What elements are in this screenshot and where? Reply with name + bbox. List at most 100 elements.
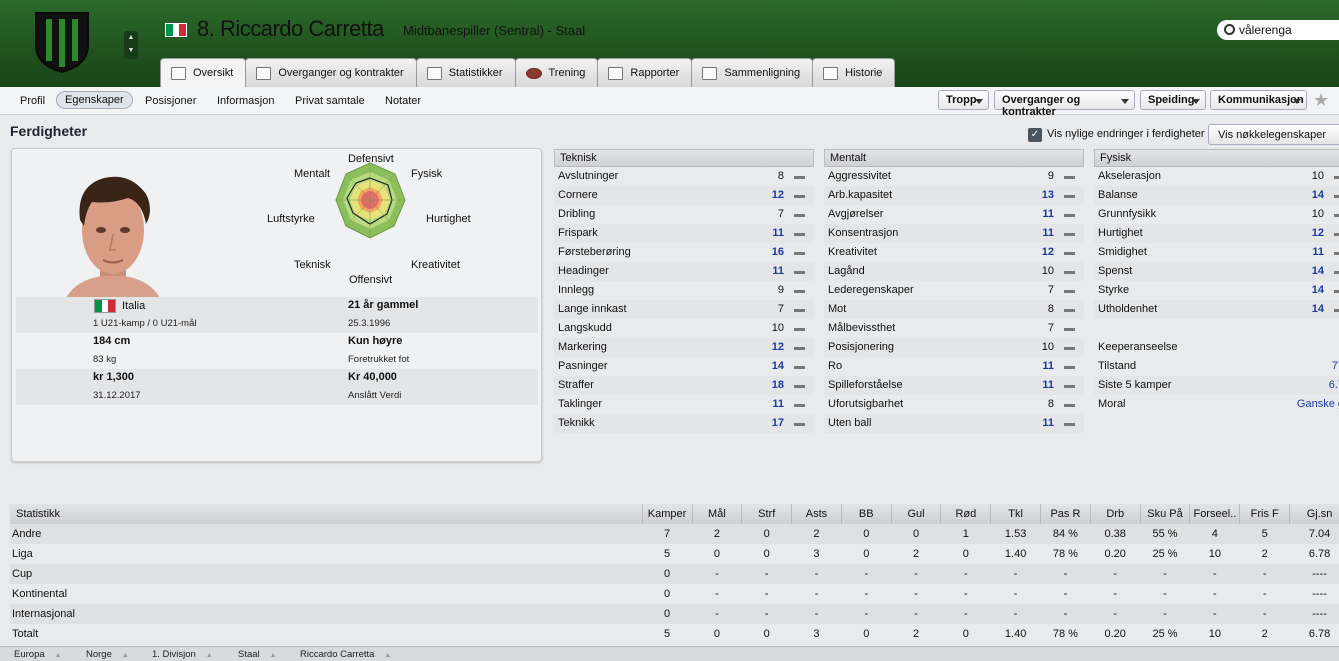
physical-attribute-row[interactable]: Grunnfysikk 10 (1094, 205, 1339, 224)
nationality[interactable]: Italia (122, 300, 145, 312)
mental-attribute-row[interactable]: Uten ball 11 (824, 414, 1084, 433)
stats-row[interactable]: Internasjonal 0- - - - - - - - - - - - ---- (10, 604, 1339, 624)
technical-attribute-row[interactable]: Innlegg 9 (554, 281, 814, 300)
stats-row[interactable]: Andre 7 2 0 2 0 0 1 1.53 84 % 0.38 55 % 4 5 7.04 (10, 524, 1339, 544)
attribute-value: 10 (1311, 208, 1324, 220)
star-icon[interactable]: ★ (1313, 90, 1329, 111)
attribute-name: Keeperanseelse (1098, 341, 1178, 353)
stats-column-header[interactable]: Statistikk (10, 504, 643, 524)
stats-row[interactable]: Liga 5 0 0 3 0 2 0 1.40 78 % 0.20 25 % 10 2 6.78 (10, 544, 1339, 564)
stats-column-header[interactable]: Fris F (1239, 504, 1291, 524)
stats-column-header[interactable]: Drb (1090, 504, 1141, 524)
technical-attribute-row[interactable]: Lange innkast 7 (554, 300, 814, 319)
subnav-privat-samtale[interactable]: Privat samtale (287, 93, 373, 109)
mental-attribute-row[interactable]: Arb.kapasitet 13 (824, 186, 1084, 205)
technical-attribute-row[interactable]: Straffer 18 (554, 376, 814, 395)
stats-row[interactable]: Cup 0- - - - - - - - - - - - ---- (10, 564, 1339, 584)
breadcrumb-europa[interactable]: Europa (14, 649, 62, 660)
breadcrumb-club[interactable]: Staal (238, 649, 277, 660)
stats-column-header[interactable]: Strf (741, 504, 793, 524)
subnav-informasjon[interactable]: Informasjon (209, 93, 282, 109)
stats-cell: 0 (891, 524, 941, 544)
radar-label-teknisk: Teknisk (294, 259, 331, 271)
breadcrumb-division[interactable]: 1. Divisjon (152, 649, 213, 660)
subnav-notater[interactable]: Notater (377, 93, 429, 109)
technical-attribute-row[interactable]: Taklinger 11 (554, 395, 814, 414)
mental-attribute-row[interactable]: Lagånd 10 (824, 262, 1084, 281)
mental-attribute-row[interactable]: Aggressivitet 9 (824, 167, 1084, 186)
physical-attribute-row[interactable]: Balanse 14 (1094, 186, 1339, 205)
technical-attribute-row[interactable]: Avslutninger 8 (554, 167, 814, 186)
search-input[interactable]: vålerenga (1217, 20, 1339, 40)
document-icon (256, 66, 272, 80)
player-position-club[interactable]: Midtbanespiller (Sentral) - Staal (403, 23, 585, 38)
menu-overganger-og-kontrakter[interactable]: Overganger og kontrakter (994, 90, 1135, 118)
stats-cell: 1.40 (1004, 628, 1027, 640)
stats-row[interactable]: Totalt 5 0 0 3 0 2 0 1.40 78 % 0.20 25 % 10 2 6.78 (10, 624, 1339, 644)
physical-attribute-row[interactable]: Hurtighet 12 (1094, 224, 1339, 243)
attribute-name: Markering (558, 341, 607, 353)
subnav-egenskaper[interactable]: Egenskaper (56, 91, 133, 109)
tab-oversikt[interactable]: Oversikt (160, 58, 247, 87)
physical-attribute-row[interactable]: Styrke 14 (1094, 281, 1339, 300)
technical-attribute-row[interactable]: Frispark 11 (554, 224, 814, 243)
mental-attribute-row[interactable]: Målbevissthet 7 (824, 319, 1084, 338)
menu-tropp[interactable]: Tropp (938, 90, 989, 110)
technical-attribute-row[interactable]: Headinger 11 (554, 262, 814, 281)
tab-historie[interactable]: Historie (812, 58, 896, 87)
technical-attribute-row[interactable]: Pasninger 14 (554, 357, 814, 376)
physical-extra-attribute-row[interactable]: Keeperanseelse (1094, 338, 1339, 357)
stats-column-header[interactable]: Sku På (1140, 504, 1191, 524)
mental-attribute-row[interactable]: Kreativitet 12 (824, 243, 1084, 262)
tab-sammenligning[interactable]: Sammenligning (691, 58, 814, 87)
mental-attribute-row[interactable]: Avgjørelser 11 (824, 205, 1084, 224)
stats-column-header[interactable]: Mål (692, 504, 743, 524)
breadcrumb-norge[interactable]: Norge (86, 649, 129, 660)
show-changes-label[interactable]: Vis nylige endringer i ferdigheter (1047, 128, 1205, 140)
stats-column-header[interactable]: Gj.sn (1289, 504, 1339, 524)
mental-attribute-row[interactable]: Spilleforståelse 11 (824, 376, 1084, 395)
mental-attribute-row[interactable]: Uforutsigbarhet 8 (824, 395, 1084, 414)
show-changes-checkbox[interactable]: ✓ (1028, 128, 1042, 142)
technical-attribute-row[interactable]: Teknikk 17 (554, 414, 814, 433)
menu-speiding[interactable]: Speiding (1140, 90, 1206, 110)
physical-attribute-row[interactable]: Spenst 14 (1094, 262, 1339, 281)
tab-trening[interactable]: Trening (514, 58, 599, 87)
technical-attribute-row[interactable]: Langskudd 10 (554, 319, 814, 338)
stats-column-header[interactable]: Gul (891, 504, 942, 524)
stats-column-header[interactable]: BB (841, 504, 892, 524)
stats-column-header[interactable]: Forseel.. (1189, 504, 1241, 524)
physical-extra-attribute-row[interactable]: Tilstand 77 (1094, 357, 1339, 376)
stats-column-header[interactable]: Asts (791, 504, 842, 524)
stats-row[interactable]: Kontinental 0- - - - - - - - - - - - ---- (10, 584, 1339, 604)
technical-attribute-row[interactable]: Førsteberøring 16 (554, 243, 814, 262)
mental-attribute-row[interactable]: Lederegenskaper 7 (824, 281, 1084, 300)
technical-attribute-row[interactable]: Cornere 12 (554, 186, 814, 205)
tab-statistikker[interactable]: Statistikker (415, 58, 516, 87)
club-crest-icon[interactable] (32, 9, 92, 75)
mental-attribute-row[interactable]: Posisjonering 10 (824, 338, 1084, 357)
mental-attribute-row[interactable]: Mot 8 (824, 300, 1084, 319)
player-navigate-arrows[interactable]: ▲ ▼ (124, 31, 138, 59)
physical-extra-attribute-row[interactable]: Moral Ganske g (1094, 395, 1339, 414)
breadcrumb-player[interactable]: Riccardo Carretta (300, 649, 391, 660)
stats-column-header[interactable]: Pas R (1040, 504, 1091, 524)
tab-rapporter[interactable]: Rapporter (597, 58, 693, 87)
physical-attribute-row[interactable]: Utholdenhet 14 (1094, 300, 1339, 319)
menu-kommunikasjon[interactable]: Kommunikasjon (1210, 90, 1307, 110)
technical-attribute-row[interactable]: Markering 12 (554, 338, 814, 357)
mental-attribute-row[interactable]: Ro 11 (824, 357, 1084, 376)
trend-neutral-icon (1334, 195, 1339, 198)
stats-column-header[interactable]: Rød (940, 504, 992, 524)
technical-attribute-row[interactable]: Dribling 7 (554, 205, 814, 224)
stats-column-header[interactable]: Kamper (642, 504, 693, 524)
physical-attribute-row[interactable]: Smidighet 11 (1094, 243, 1339, 262)
subnav-posisjoner[interactable]: Posisjoner (137, 93, 204, 109)
subnav-profil[interactable]: Profil (12, 93, 53, 109)
physical-attribute-row[interactable]: Akselerasjon 10 (1094, 167, 1339, 186)
stats-column-header[interactable]: Tkl (990, 504, 1042, 524)
tab-overganger[interactable]: Overganger og kontrakter (245, 58, 417, 87)
mental-attribute-row[interactable]: Konsentrasjon 11 (824, 224, 1084, 243)
key-attributes-button[interactable]: Vis nøkkelegenskaper (1208, 124, 1339, 145)
physical-extra-attribute-row[interactable]: Siste 5 kamper 6.7 (1094, 376, 1339, 395)
